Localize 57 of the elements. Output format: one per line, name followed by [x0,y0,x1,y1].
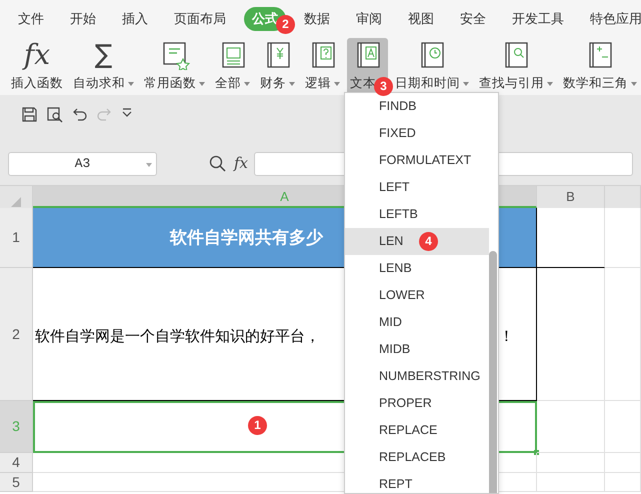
ribbon-button[interactable]: 数学和三角 [560,38,640,95]
ribbon-button[interactable]: 财务 [257,38,298,95]
grid-cell[interactable] [537,473,605,492]
caret-icon[interactable] [128,82,134,86]
menu-item[interactable]: FINDB [345,93,489,120]
caret-icon[interactable] [463,82,469,86]
redo-icon [97,107,111,121]
caret-icon[interactable] [631,82,637,86]
zoom-icon[interactable] [209,155,226,172]
grid-cell[interactable] [605,401,641,453]
caret-icon[interactable] [244,82,250,86]
step-badge: 1 [248,416,267,435]
grid-cell[interactable] [537,401,605,453]
menu-tab[interactable]: 安全 [452,7,494,31]
column-header[interactable]: B [537,186,605,208]
grid-cell[interactable] [537,208,605,268]
menu-tab[interactable]: 审阅 [348,7,390,31]
menu-tab[interactable]: 页面布局 [166,7,234,31]
grid-cell[interactable] [537,453,605,473]
save-icon[interactable] [22,107,37,122]
row-header[interactable]: 5 [0,473,33,492]
undo-icon[interactable] [73,107,87,121]
grid-cell[interactable] [605,268,641,401]
name-box[interactable]: A3 [8,152,157,176]
title-text: 软件自学网共有多少 [170,226,323,249]
customize-icon[interactable] [121,107,133,119]
ribbon-button[interactable]: ∑ 自动求和 [70,38,137,95]
caret-icon[interactable] [547,82,553,86]
cell-text: 软件自学网是一个自学软件知识的好平台， [35,326,320,346]
caret-icon[interactable] [199,82,205,86]
row-header[interactable]: 2 [0,268,33,401]
cell-text: ！ [499,326,514,346]
menu-tab[interactable]: 特色应用 [582,7,641,31]
scrollbar-thumb[interactable] [489,251,497,493]
menu-tab[interactable]: 插入 [114,7,156,31]
ribbon-button[interactable]: 常用函数 [141,38,208,95]
ribbon-button[interactable]: fx 插入函数 [8,38,66,95]
menu-tab[interactable]: 开发工具 [504,7,572,31]
row-header[interactable]: 1 [0,208,33,268]
caret-icon[interactable] [289,82,295,86]
menu-tab[interactable]: 视图 [400,7,442,31]
caret-icon[interactable] [334,82,340,86]
print-preview-icon[interactable] [47,107,63,123]
grid-cell[interactable] [605,453,641,473]
grid-cell[interactable] [537,268,605,401]
grid-cell[interactable] [605,473,641,492]
ribbon-button[interactable]: 全部 [212,38,253,95]
grid-cell[interactable] [605,208,641,268]
menu-item[interactable]: REPT [345,471,489,493]
menu-tab[interactable]: 开始 [62,7,104,31]
fill-handle[interactable] [534,450,539,455]
menu-tab[interactable]: 数据 [296,7,338,31]
ribbon-button[interactable]: 逻辑 [302,38,343,95]
insert-function-label[interactable]: fx [234,152,248,175]
menu-tab[interactable]: 文件 [14,7,52,31]
row-header[interactable]: 4 [0,453,33,473]
ribbon-button[interactable]: 查找与引用 [476,38,556,95]
